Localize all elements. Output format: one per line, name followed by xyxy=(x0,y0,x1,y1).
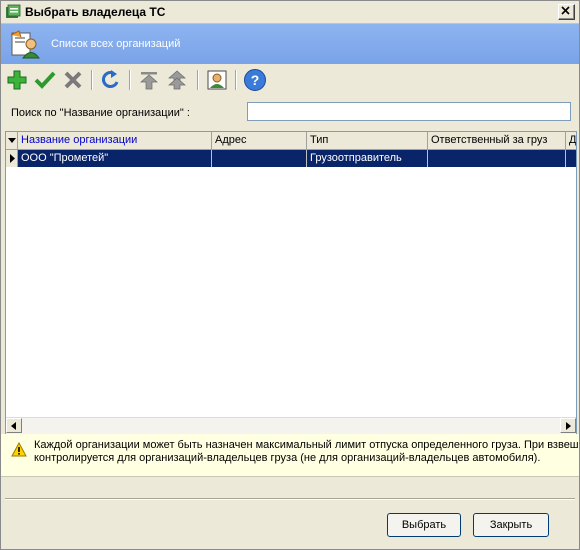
refresh-icon xyxy=(101,70,119,89)
column-header-type[interactable]: Тип xyxy=(307,132,428,149)
move-up-button[interactable] xyxy=(165,68,189,92)
contact-card-icon xyxy=(207,70,227,90)
delete-button[interactable] xyxy=(61,68,85,92)
warning-icon xyxy=(11,442,27,457)
cell-name[interactable]: ООО "Прометей" xyxy=(18,150,212,167)
organizations-grid: Название организации Адрес Тип Ответстве… xyxy=(5,131,577,435)
info-line-2: контролируется для организаций-владельце… xyxy=(34,452,541,464)
select-button[interactable]: Выбрать xyxy=(387,513,461,537)
cell-address[interactable] xyxy=(212,150,307,167)
close-window-button[interactable] xyxy=(558,4,575,20)
close-button[interactable]: Закрыть xyxy=(473,513,549,537)
move-top-button[interactable] xyxy=(137,68,161,92)
move-top-icon xyxy=(140,72,158,90)
header-banner: Список всех организаций xyxy=(1,24,579,64)
title-bar: Выбрать владелеца ТС xyxy=(1,1,579,24)
info-message: Каждой организации может быть назначен м… xyxy=(34,439,579,465)
confirm-button[interactable] xyxy=(33,68,57,92)
search-input[interactable] xyxy=(247,102,571,121)
column-header-name[interactable]: Название организации xyxy=(18,132,212,149)
info-line-1: Каждой организации может быть назначен м… xyxy=(34,439,579,451)
chevron-down-icon xyxy=(8,138,16,143)
dialog-window: Выбрать владелеца ТС Список всех организ… xyxy=(0,0,580,550)
delete-icon xyxy=(64,71,82,89)
row-indicator xyxy=(6,150,18,167)
arrow-right-icon xyxy=(566,421,571,430)
header-title: Список всех организаций xyxy=(51,38,181,50)
app-icon xyxy=(6,4,21,18)
info-panel: Каждой организации может быть назначен м… xyxy=(1,434,579,477)
window-title: Выбрать владелеца ТС xyxy=(25,5,166,19)
column-header-extra[interactable]: Д xyxy=(566,132,576,149)
check-icon xyxy=(34,71,56,89)
scroll-left-button[interactable] xyxy=(6,418,22,433)
organizations-icon xyxy=(10,30,40,59)
cell-extra[interactable] xyxy=(566,150,576,167)
table-row[interactable]: ООО "Прометей" Грузоотправитель xyxy=(6,150,576,167)
help-button[interactable]: ? xyxy=(243,68,267,92)
cell-responsible[interactable] xyxy=(428,150,566,167)
toolbar: ? xyxy=(1,65,579,95)
arrow-left-icon xyxy=(11,421,16,430)
move-up-icon xyxy=(168,70,186,90)
row-pointer-icon xyxy=(10,154,15,163)
scroll-right-button[interactable] xyxy=(560,418,576,433)
add-icon xyxy=(7,70,27,90)
cell-type[interactable]: Грузоотправитель xyxy=(307,150,428,167)
close-icon xyxy=(561,6,570,15)
add-button[interactable] xyxy=(5,68,29,92)
help-icon: ? xyxy=(244,69,266,91)
column-header-address[interactable]: Адрес xyxy=(212,132,307,149)
refresh-button[interactable] xyxy=(99,68,123,92)
contact-card-button[interactable] xyxy=(205,68,229,92)
search-label: Поиск по "Название организации" : xyxy=(11,107,190,119)
grid-header: Название организации Адрес Тип Ответстве… xyxy=(6,132,576,150)
svg-text:?: ? xyxy=(251,72,260,88)
column-chooser[interactable] xyxy=(6,132,18,149)
horizontal-scrollbar[interactable] xyxy=(6,417,576,434)
column-header-responsible[interactable]: Ответственный за груз xyxy=(428,132,566,149)
footer-divider xyxy=(5,498,575,500)
